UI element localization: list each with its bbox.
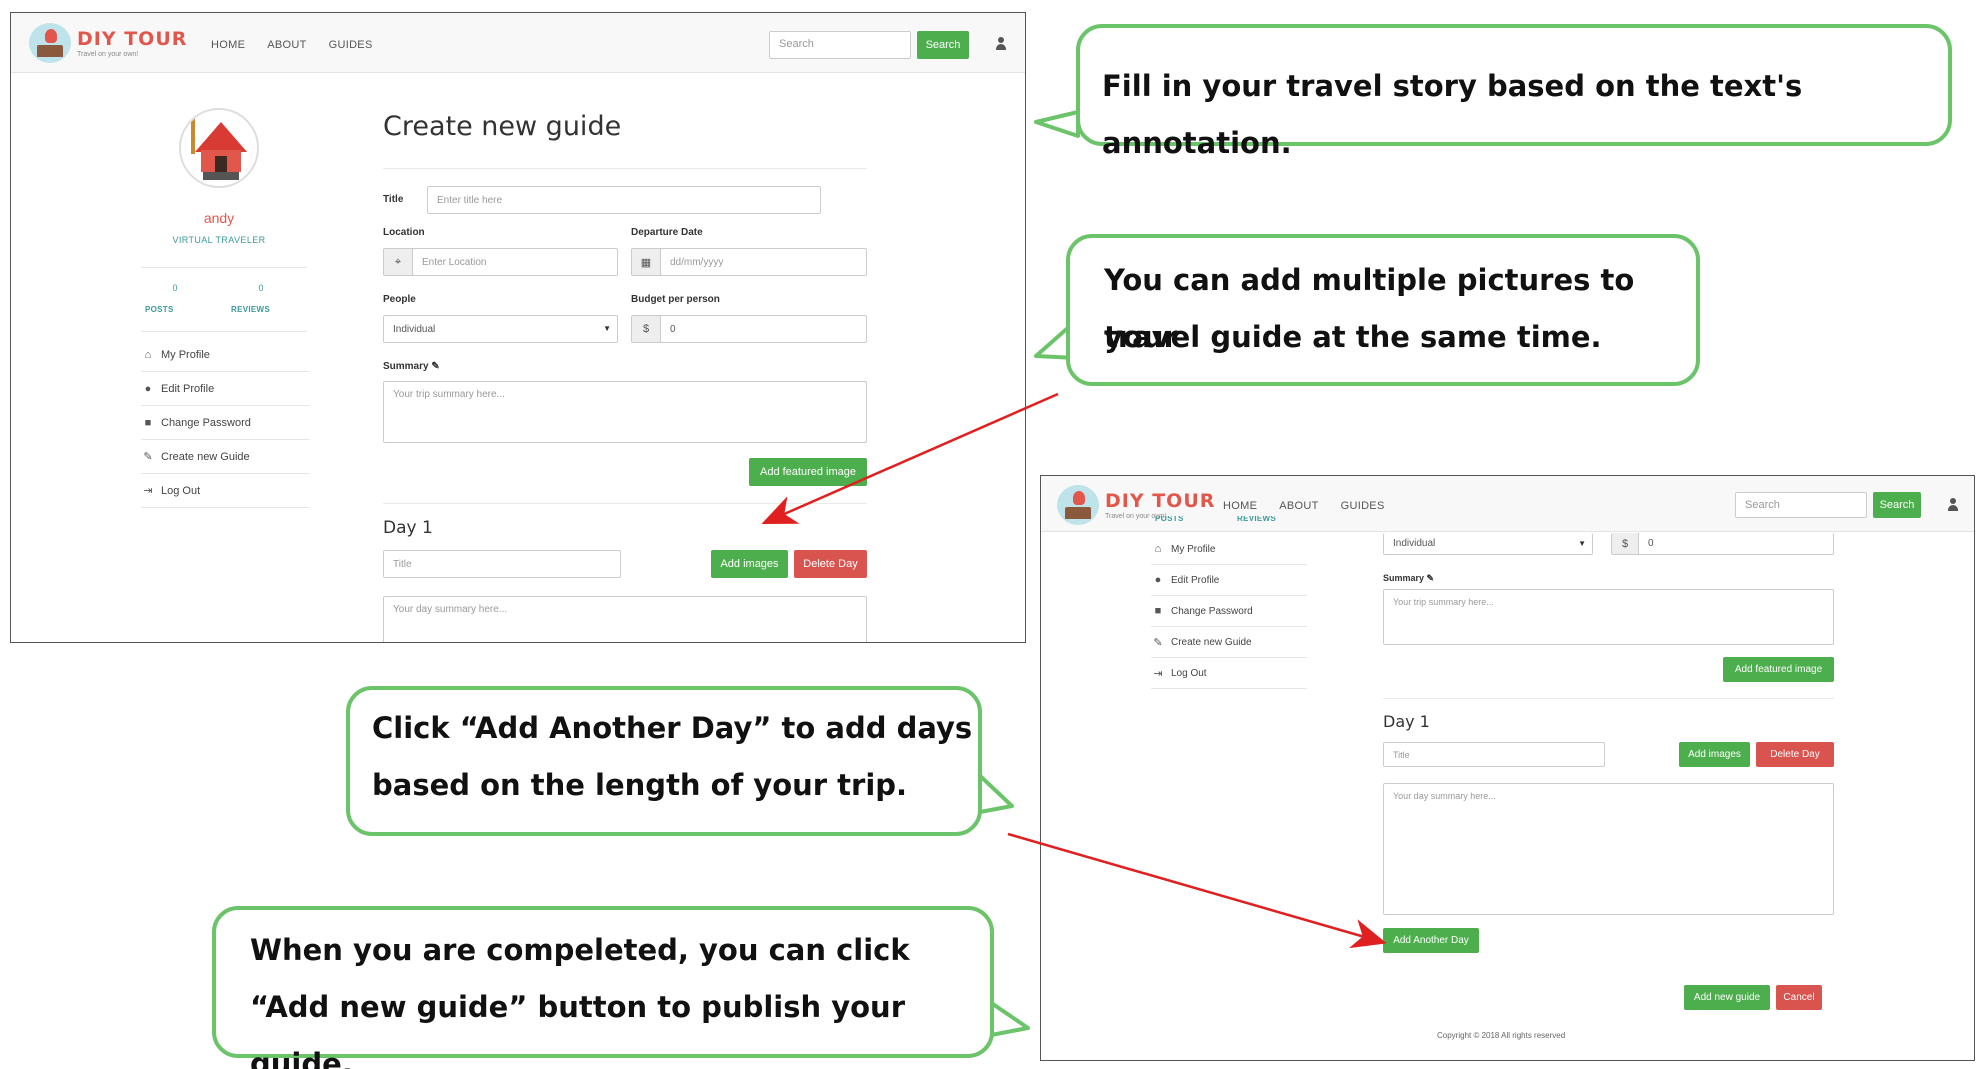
tutorial-canvas: DIY TOUR Travel on your own! HOME ABOUT …: [0, 0, 1984, 1069]
arrow-to-add-images: [761, 392, 1059, 525]
annotation-arrows: [761, 392, 1387, 949]
arrow-to-add-another-day: [1007, 832, 1387, 949]
